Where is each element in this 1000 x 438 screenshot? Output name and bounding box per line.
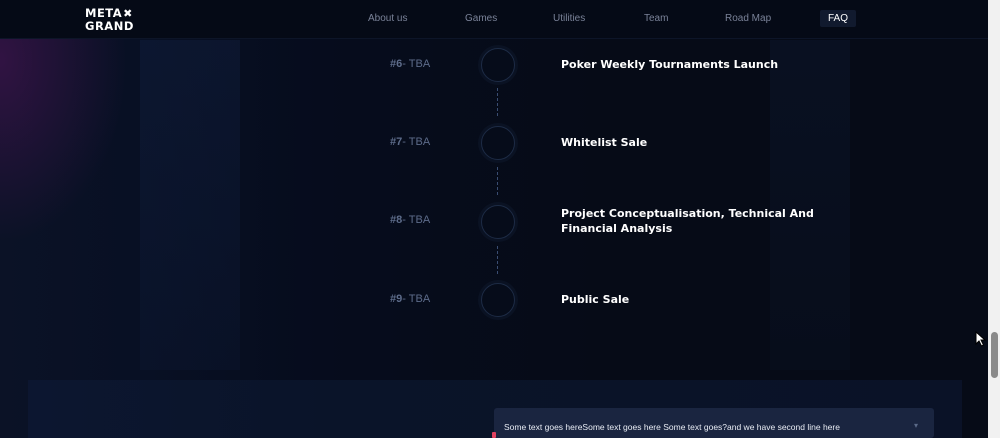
timeline-node [481, 126, 515, 160]
nav-item-about-us[interactable]: About us [368, 13, 407, 24]
roadmap-item-number: #9- TBA [390, 293, 431, 305]
roadmap-item-number: #6- TBA [390, 58, 431, 70]
faq-item[interactable]: Some text goes hereSome text goes here S… [494, 408, 934, 438]
accent-marker [492, 432, 496, 438]
roadmap-item-title: Whitelist Sale [561, 136, 648, 149]
roadmap-item-number: #8- TBA [390, 214, 431, 226]
timeline-connector [497, 167, 498, 195]
nav-item-team[interactable]: Team [644, 13, 668, 24]
decorative-panel-right [770, 40, 850, 370]
roadmap-item-number: #7- TBA [390, 136, 431, 148]
main-nav: About us Games Utilities Team Road Map F… [0, 0, 988, 38]
nav-item-road-map[interactable]: Road Map [725, 13, 771, 24]
faq-item-text: Some text goes hereSome text goes here S… [504, 422, 840, 432]
timeline-node [481, 205, 515, 239]
site-header: META✖ GRAND About us Games Utilities Tea… [0, 0, 988, 39]
mouse-pointer-icon [975, 331, 987, 347]
nav-item-faq[interactable]: FAQ [820, 10, 857, 27]
nav-item-games[interactable]: Games [465, 13, 497, 24]
scrollbar-thumb[interactable] [991, 332, 998, 378]
roadmap-item-title: Poker Weekly Tournaments Launch [561, 58, 779, 71]
timeline-node [481, 48, 515, 82]
timeline-connector [497, 88, 498, 116]
timeline-connector [497, 246, 498, 274]
roadmap-item-title: Project Conceptualisation, Technical And… [561, 207, 814, 235]
decorative-panel-left [140, 40, 240, 370]
chevron-down-icon[interactable]: ▾ [914, 421, 918, 430]
roadmap-item-title: Public Sale [561, 293, 630, 306]
timeline-node [481, 283, 515, 317]
nav-item-utilities[interactable]: Utilities [553, 13, 585, 24]
page: META✖ GRAND About us Games Utilities Tea… [0, 0, 1000, 438]
